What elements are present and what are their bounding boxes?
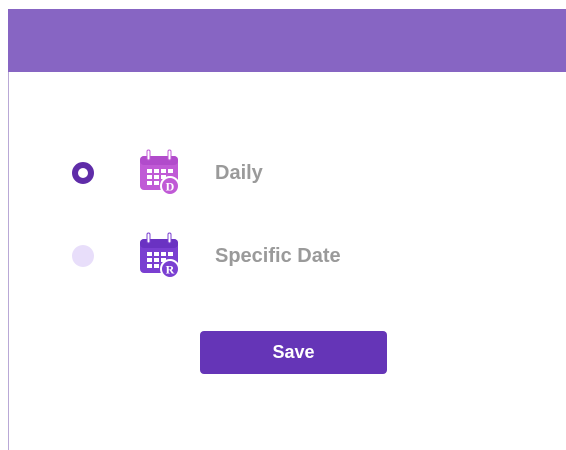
daily-radio[interactable]	[72, 162, 94, 184]
option-daily[interactable]: D Daily	[72, 149, 263, 197]
svg-text:R: R	[166, 263, 175, 277]
daily-label: Daily	[215, 161, 263, 184]
svg-text:D: D	[166, 180, 175, 194]
left-border	[8, 72, 9, 450]
specific-date-label: Specific Date	[215, 244, 341, 267]
header-bar	[8, 9, 566, 72]
option-specific-date[interactable]: R Specific Date	[72, 232, 341, 280]
calendar-daily-icon: D	[140, 149, 180, 196]
specific-date-radio[interactable]	[72, 245, 94, 267]
save-button[interactable]: Save	[200, 331, 387, 374]
calendar-specific-date-icon: R	[140, 232, 180, 279]
schedule-dialog: D Daily R Specific Date Save	[0, 0, 566, 450]
